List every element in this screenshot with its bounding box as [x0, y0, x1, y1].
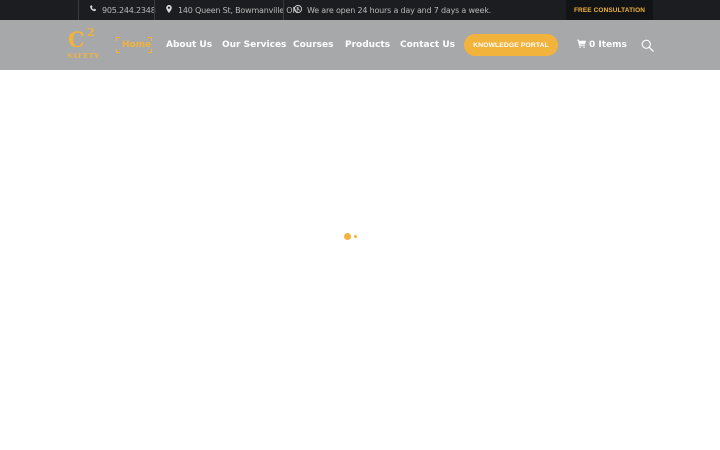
phone-number: 905.244.2348: [102, 5, 156, 15]
clock-icon: [294, 5, 302, 15]
knowledge-portal-button[interactable]: KNOWLEDGE PORTAL: [464, 34, 558, 56]
phone-icon: [89, 5, 97, 15]
address-text: 140 Queen St, Bowmanville ON: [178, 5, 299, 15]
hours-text: We are open 24 hours a day and 7 days a …: [307, 5, 492, 15]
map-marker-icon: [165, 5, 173, 15]
nav-products[interactable]: Products: [345, 20, 390, 70]
logo-superscript: 2: [87, 26, 95, 39]
nav-contact[interactable]: Contact Us: [400, 20, 455, 70]
address-info: 140 Queen St, Bowmanville ON: [165, 0, 298, 20]
divider: [78, 0, 79, 20]
loader-dot: [344, 233, 351, 240]
search-icon[interactable]: [641, 39, 654, 52]
cart-count-label: 0 Items: [589, 40, 627, 50]
shopping-cart-icon: [577, 39, 586, 51]
nav-about[interactable]: About Us: [166, 20, 212, 70]
logo-mark: C: [68, 27, 85, 52]
divider: [283, 0, 284, 20]
site-logo[interactable]: C 2 SAFETY: [66, 26, 100, 62]
hours-info: We are open 24 hours a day and 7 days a …: [294, 0, 491, 20]
loading-indicator: [343, 232, 363, 242]
phone-info[interactable]: 905.244.2348: [89, 0, 156, 20]
loader-dot: [354, 235, 357, 238]
nav-home[interactable]: Home: [122, 20, 151, 70]
top-bar: 905.244.2348 140 Queen St, Bowmanville O…: [0, 0, 720, 20]
cart-link[interactable]: 0 Items: [577, 34, 627, 56]
logo-word: SAFETY: [67, 52, 100, 60]
free-consultation-button[interactable]: FREE CONSULTATION: [566, 0, 653, 20]
nav-services[interactable]: Our Services: [222, 20, 286, 70]
divider: [154, 0, 155, 20]
nav-courses[interactable]: Courses: [293, 20, 333, 70]
